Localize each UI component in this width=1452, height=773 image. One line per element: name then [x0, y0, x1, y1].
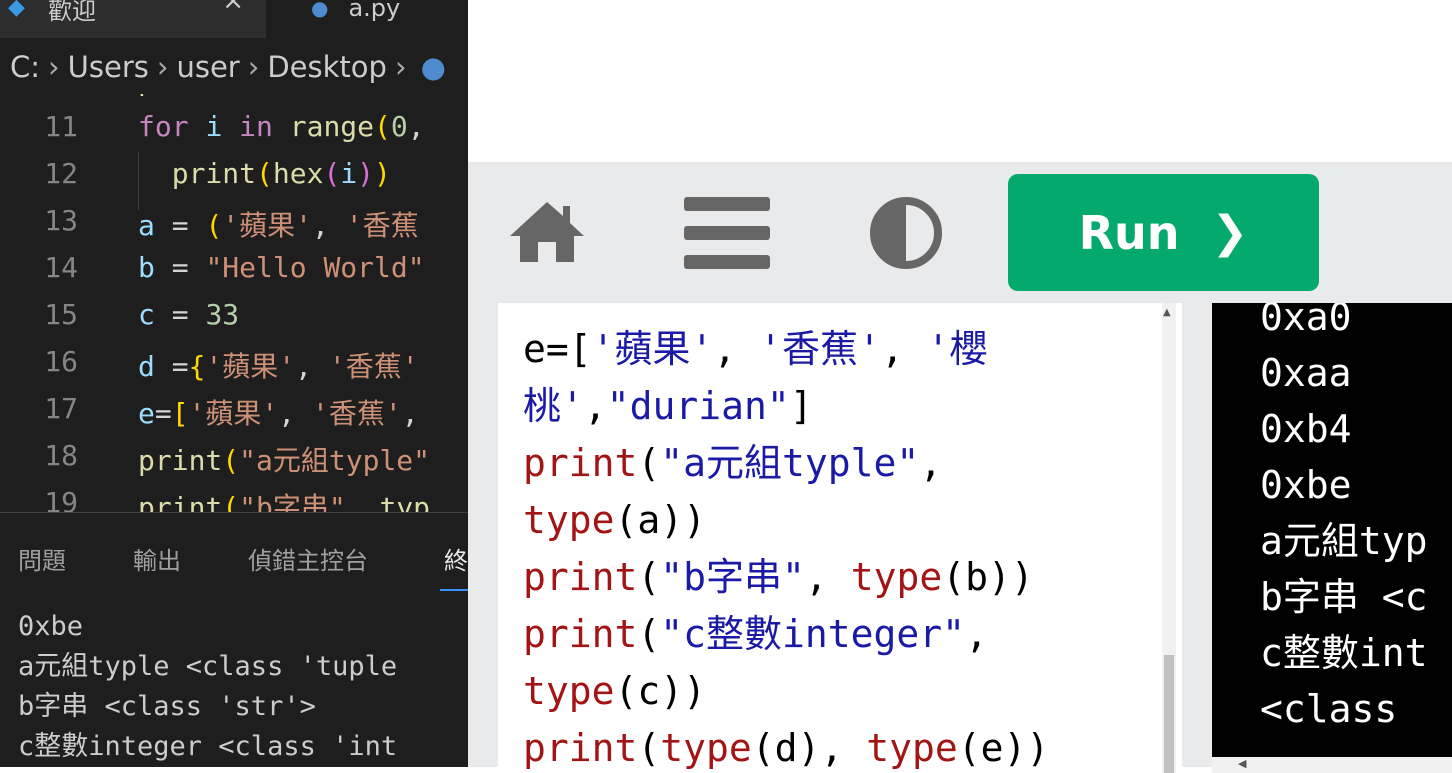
- scroll-up-icon[interactable]: ▲: [1163, 307, 1171, 318]
- chevron-right-icon: ›: [156, 50, 169, 84]
- code-line: e=['蘋果', '香蕉', '櫻: [523, 327, 988, 371]
- terminal-output[interactable]: 0xbe a元組typle <class 'tuple b字串 <class 'st…: [18, 607, 397, 767]
- horizontal-scrollbar[interactable]: ◀: [1212, 757, 1452, 773]
- editor-tab-bar: ◆ 歡迎 × ● a.py: [0, 0, 468, 38]
- panel-tab-terminal[interactable]: 終: [444, 541, 468, 576]
- output-line: c整數int: [1260, 631, 1428, 675]
- output-line: 0xa0: [1260, 303, 1352, 339]
- output-lines: 0xa0 0xaa 0xb4 0xbe a元組typ b字串 <c c整數int <class: [1260, 303, 1428, 737]
- code-lines: e=['蘋果', '香蕉', '櫻 桃',"durian"] print("a元組t…: [523, 321, 1049, 773]
- vscode-logo-icon: ◆: [8, 0, 25, 20]
- scroll-thumb[interactable]: [1164, 655, 1174, 773]
- breadcrumb-drive[interactable]: C:: [10, 50, 40, 84]
- line-number: 15: [44, 298, 78, 331]
- panel-tab-problems[interactable]: 問題: [18, 541, 66, 576]
- line-number: 12: [44, 157, 78, 190]
- chevron-right-icon: ›: [394, 50, 407, 84]
- code-line-partial: print(hex(i)): [138, 94, 357, 97]
- code-line-18: print("a元組typle": [138, 444, 431, 477]
- online-editor: Run ❯ e=['蘋果', '香蕉', '櫻 桃',"durian"] print…: [468, 0, 1452, 773]
- bottom-panel: 問題 輸出 偵錯主控台 終 0xbe a元組typle <class 'tuple…: [0, 512, 468, 767]
- tab-a-py[interactable]: ● a.py: [267, 0, 468, 38]
- terminal-line: 0xbe: [18, 611, 84, 642]
- code-line: print(type(d), type(e)): [523, 726, 1050, 770]
- code-line-15: c = 33: [138, 298, 240, 331]
- home-icon[interactable]: [508, 200, 586, 264]
- tab-welcome[interactable]: ◆ 歡迎 ×: [0, 0, 267, 38]
- line-number: 18: [44, 439, 78, 472]
- code-input-area[interactable]: e=['蘋果', '香蕉', '櫻 桃',"durian"] print("a元組t…: [498, 303, 1182, 773]
- code-editor-pane[interactable]: print(hex(i)) 11 for i in range(0, 12 pr…: [0, 94, 468, 512]
- toolbar-area: Run ❯ e=['蘋果', '香蕉', '櫻 桃',"durian"] print…: [468, 162, 1452, 773]
- page-header-area: [468, 0, 1452, 162]
- chevron-right-icon: ›: [48, 50, 60, 84]
- line-number: 13: [44, 204, 78, 237]
- breadcrumb-desktop[interactable]: Desktop: [267, 50, 387, 84]
- line-number: 16: [44, 345, 78, 378]
- output-line: 0xbe: [1260, 463, 1352, 507]
- menu-icon[interactable]: [684, 197, 770, 269]
- output-line: 0xaa: [1260, 351, 1352, 395]
- contrast-icon[interactable]: [870, 197, 942, 269]
- code-line: print("c整數integer",: [523, 612, 988, 656]
- python-file-icon: ●: [420, 50, 446, 84]
- chevron-right-icon: ❯: [1211, 207, 1249, 258]
- code-line: print("a元組typle",: [523, 441, 943, 485]
- line-number: 19: [44, 486, 78, 512]
- code-line: 桃',"durian"]: [523, 384, 813, 428]
- tab-welcome-label: 歡迎: [48, 0, 96, 25]
- scroll-left-icon[interactable]: ◀: [1238, 757, 1246, 770]
- breadcrumb-users[interactable]: Users: [68, 50, 149, 84]
- code-line-16: d ={'蘋果', '香蕉': [138, 350, 419, 383]
- code-line: type(a)): [523, 498, 707, 542]
- line-number: 14: [44, 251, 78, 284]
- close-icon[interactable]: ×: [222, 0, 244, 16]
- code-line: type(c)): [523, 669, 707, 713]
- chevron-right-icon: ›: [247, 50, 260, 84]
- vscode-window: ◆ 歡迎 × ● a.py C: › Users › user › Deskto…: [0, 0, 468, 767]
- line-number: 11: [44, 110, 78, 143]
- line-number: 17: [44, 392, 78, 425]
- breadcrumb: C: › Users › user › Desktop › ●: [0, 40, 468, 94]
- code-line: print("b字串", type(b)): [523, 555, 1034, 599]
- vertical-scrollbar[interactable]: ▲: [1162, 303, 1176, 773]
- tab-a-py-label: a.py: [348, 0, 401, 22]
- code-line-12: print(hex(i)): [171, 157, 391, 190]
- code-line-11: for i in range(0,: [138, 110, 425, 143]
- panel-tab-output[interactable]: 輸出: [133, 541, 181, 576]
- breadcrumb-user[interactable]: user: [176, 50, 239, 84]
- output-console[interactable]: 0xa0 0xaa 0xb4 0xbe a元組typ b字串 <c c整數int <class…: [1212, 303, 1452, 773]
- active-tab-indicator: [440, 589, 468, 591]
- code-line-19: print("b字串", typ: [138, 491, 431, 512]
- terminal-line: a元組typle <class 'tuple: [18, 651, 398, 682]
- code-line-13: a = ('蘋果', '香蕉: [138, 209, 419, 242]
- output-line: b字串 <c: [1260, 575, 1428, 619]
- output-line: <class: [1260, 687, 1398, 731]
- python-file-icon: ●: [311, 0, 329, 20]
- output-line: a元組typ: [1260, 519, 1428, 563]
- panel-tab-debug-console[interactable]: 偵錯主控台: [248, 541, 368, 576]
- terminal-line: c整數integer <class 'int: [18, 731, 398, 762]
- run-button-label: Run: [1078, 205, 1180, 260]
- code-line-14: b = "Hello World": [138, 251, 425, 284]
- terminal-line: b字串 <class 'str'>: [18, 691, 316, 722]
- output-line: 0xb4: [1260, 407, 1352, 451]
- run-button[interactable]: Run ❯: [1008, 174, 1319, 291]
- code-line-17: e=['蘋果', '香蕉',: [138, 397, 419, 430]
